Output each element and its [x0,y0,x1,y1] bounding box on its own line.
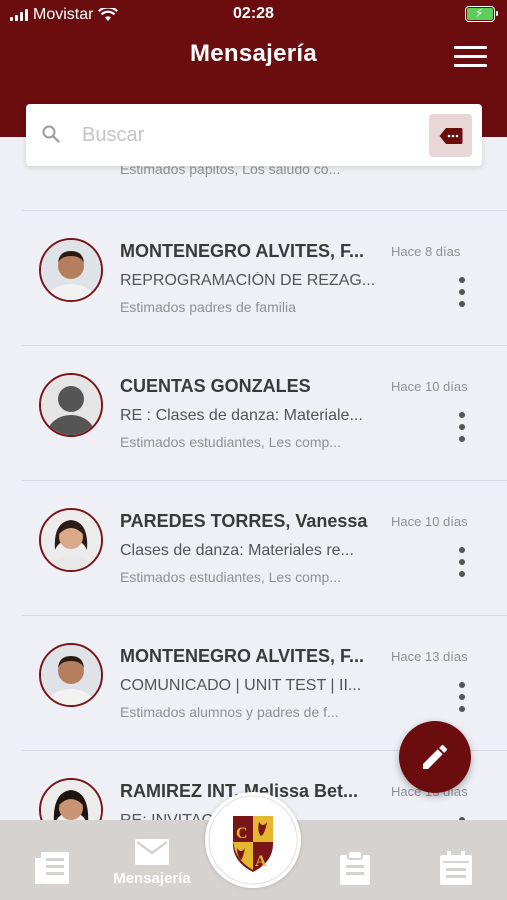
search-bar [26,104,482,166]
list-item[interactable]: MONTENEGRO ALVITES, F... Hace 8 días REP… [22,211,507,346]
message-subject: RE : Clases de danza: Materiale... [120,407,363,424]
mail-icon [135,839,169,865]
list-item[interactable]: PAREDES TORRES, Vanessa Hace 10 días Cla… [22,481,507,616]
message-preview: Estimados alumnos y padres de f... [120,704,339,720]
avatar [39,373,103,437]
message-preview: Estimados estudiantes, Les comp... [120,569,341,585]
more-options-icon[interactable] [452,682,472,712]
compose-button[interactable] [399,721,471,793]
message-preview: Estimados padres de familia [120,299,296,315]
more-options-icon[interactable] [452,547,472,577]
avatar [39,238,103,302]
message-date: Hace 10 días [391,514,468,529]
more-options-icon[interactable] [452,277,472,307]
status-bar: Movistar 02:28 ⚡ [0,0,507,30]
message-subject: COMUNICADO | UNIT TEST | II... [120,677,362,694]
school-logo[interactable]: C A [205,792,301,888]
avatar [39,643,103,707]
message-preview: Estimados estudiantes, Les comp... [120,434,341,450]
battery-icon: ⚡ [465,6,498,22]
message-sender: MONTENEGRO ALVITES, F... [120,241,365,261]
page-title: Mensajería [189,40,318,67]
nav-news[interactable] [33,851,71,900]
svg-text:C: C [236,825,248,842]
more-options-icon[interactable] [452,412,472,442]
nav-calendar[interactable] [438,850,474,900]
message-date: Hace 13 días [391,649,468,664]
message-subject: Clases de danza: Materiales re... [120,542,354,559]
tag-icon [439,127,462,144]
nav-messages[interactable]: Mensajería [102,838,202,900]
menu-button[interactable] [454,46,487,68]
message-subject: REPROGRAMACIÓN DE REZAG... [120,272,376,289]
nav-assignments[interactable] [337,850,373,900]
message-sender: PAREDES TORRES, Vanessa [120,511,368,531]
list-item[interactable]: CUENTAS GONZALES Hace 10 días RE : Clase… [22,346,507,481]
message-list: Estimados papitos, Los saludo co... MONT… [0,137,507,820]
tag-filter-button[interactable] [429,114,472,157]
nav-messages-label: Mensajería [113,870,191,887]
status-time: 02:28 [233,5,274,22]
message-date: Hace 8 días [391,244,461,259]
search-icon [42,125,60,143]
avatar [39,778,103,820]
message-sender: MONTENEGRO ALVITES, F... [120,646,365,666]
newspaper-icon [35,852,69,884]
clipboard-icon [340,850,370,885]
message-date: Hace 10 días [391,379,468,394]
svg-text:A: A [255,853,267,870]
avatar [39,508,103,572]
calendar-icon [440,851,472,885]
message-sender: CUENTAS GONZALES [120,376,311,396]
pencil-icon [423,744,448,769]
search-input[interactable] [82,118,422,152]
